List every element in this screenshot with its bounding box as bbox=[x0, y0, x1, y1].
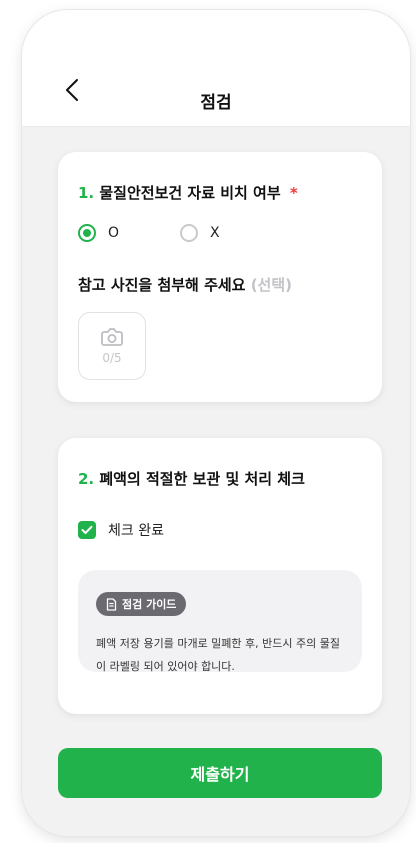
check-complete-checkbox[interactable]: 체크 완료 bbox=[78, 520, 164, 540]
guide-badge: 점검 가이드 bbox=[96, 592, 187, 616]
guide-text: 폐액 저장 용기를 마개로 밀폐한 후, 반드시 주의 물질이 라벨링 되어 있… bbox=[96, 637, 340, 673]
question-2-text: 폐액의 적절한 보관 및 처리 체크 bbox=[99, 470, 305, 488]
radio-unselected-icon bbox=[180, 224, 198, 242]
photo-upload-button[interactable]: 0/5 bbox=[78, 312, 146, 380]
radio-option-x-label: X bbox=[210, 225, 220, 241]
question-card-1: 1. 물질안전보건 자료 비치 여부 * O X 참고 사진을 첨부해 주세요 … bbox=[58, 152, 382, 402]
camera-icon bbox=[101, 328, 123, 346]
question-1-text: 물질안전보건 자료 비치 여부 bbox=[99, 184, 281, 202]
radio-option-x[interactable]: X bbox=[180, 224, 282, 242]
required-mark: * bbox=[289, 184, 298, 202]
radio-option-o[interactable]: O bbox=[78, 224, 180, 242]
question-1-title: 1. 물질안전보건 자료 비치 여부 * bbox=[78, 182, 298, 203]
checkbox-label: 체크 완료 bbox=[108, 523, 164, 539]
question-2-title: 2. 폐액의 적절한 보관 및 처리 체크 bbox=[78, 468, 305, 489]
guide-badge-label: 점검 가이드 bbox=[122, 598, 177, 611]
question-2-number: 2. bbox=[78, 470, 95, 488]
page-title: 점검 bbox=[200, 93, 232, 113]
radio-option-o-label: O bbox=[108, 225, 120, 241]
submit-button[interactable]: 제출하기 bbox=[58, 748, 382, 798]
photo-attach-text: 참고 사진을 첨부해 주세요 bbox=[78, 276, 246, 294]
photo-attach-label: 참고 사진을 첨부해 주세요 (선택) bbox=[78, 274, 292, 295]
inspection-guide-box: 점검 가이드 폐액 저장 용기를 마개로 밀폐한 후, 반드시 주의 물질이 라… bbox=[78, 570, 362, 673]
question-card-2: 2. 폐액의 적절한 보관 및 처리 체크 체크 완료 점검 가이드 폐액 저장… bbox=[58, 438, 382, 714]
photo-count: 0/5 bbox=[102, 351, 122, 365]
optional-tag: (선택) bbox=[250, 276, 293, 294]
phone-frame: 점검 1. 물질안전보건 자료 비치 여부 * O X 참고 사진을 첨부해 주… bbox=[22, 10, 410, 836]
radio-selected-icon bbox=[78, 224, 96, 242]
radio-group: O X bbox=[78, 224, 282, 242]
checkbox-checked-icon bbox=[78, 521, 96, 539]
document-icon bbox=[106, 597, 117, 611]
app-header: 점검 bbox=[22, 10, 410, 126]
question-1-number: 1. bbox=[78, 184, 95, 202]
